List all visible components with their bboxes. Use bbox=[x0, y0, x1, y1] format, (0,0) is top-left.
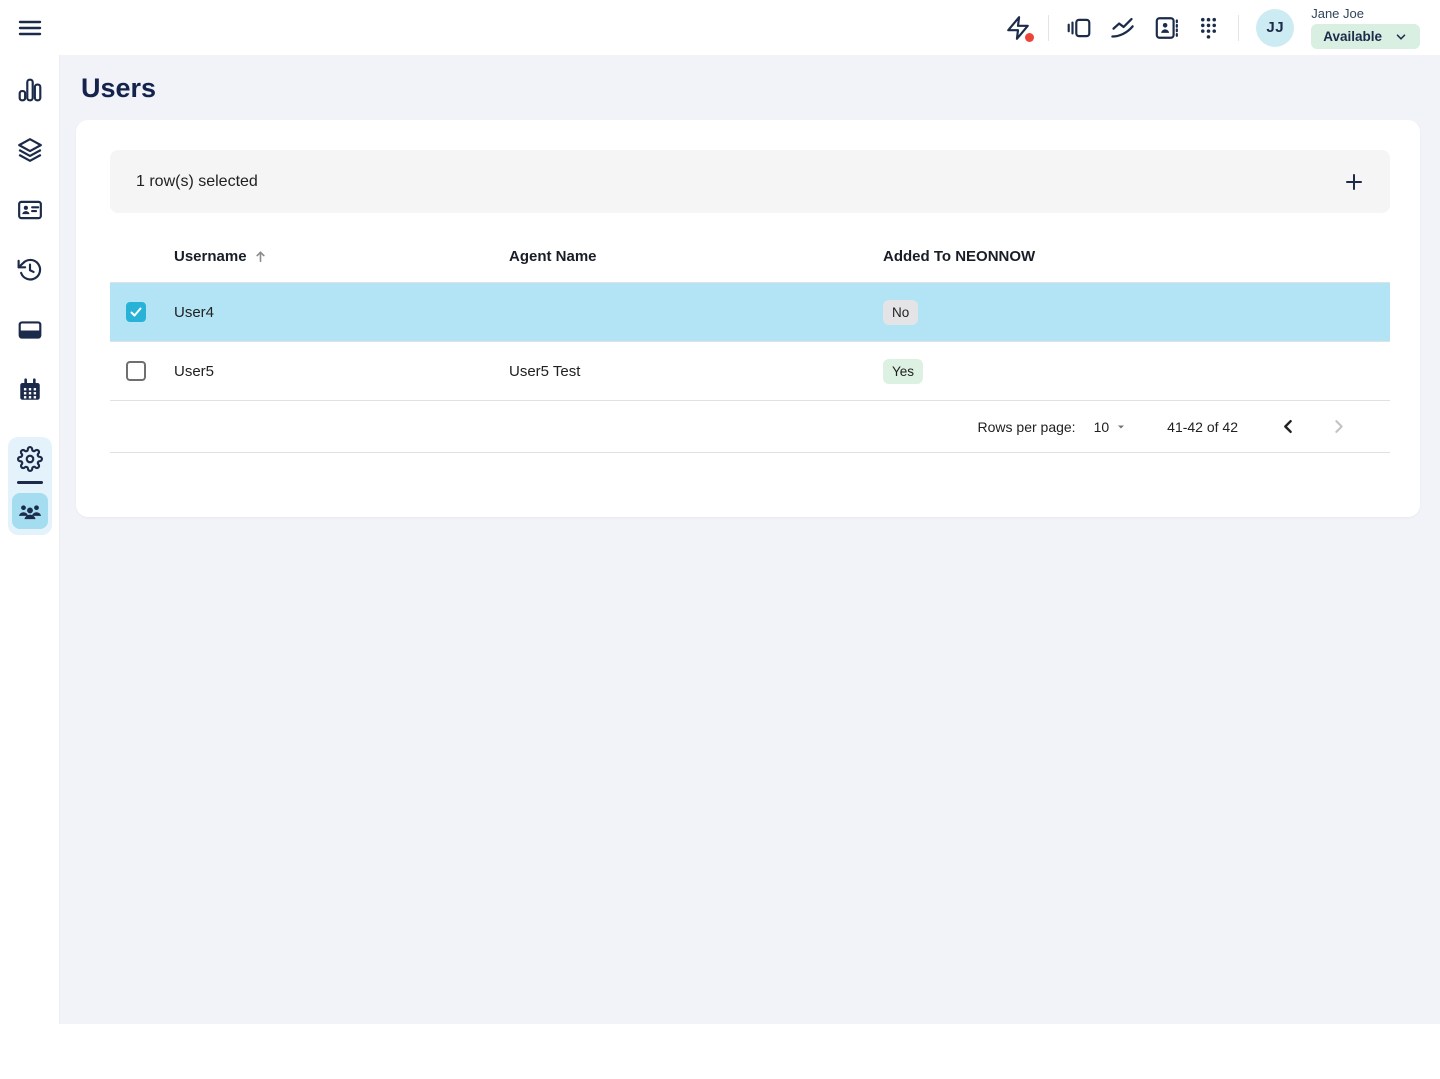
table-row[interactable]: User4 No bbox=[110, 283, 1390, 342]
add-user-button[interactable] bbox=[1342, 170, 1366, 194]
top-bar: JJ Jane Joe Available bbox=[0, 0, 1440, 55]
users-card: 1 row(s) selected Username bbox=[76, 120, 1420, 517]
user-meta: Jane Joe Available bbox=[1311, 6, 1420, 49]
agent-name-cell: User5 Test bbox=[509, 363, 883, 380]
status-badge: Yes bbox=[883, 359, 923, 384]
main-content: Users 1 row(s) selected Username bbox=[60, 55, 1440, 1024]
added-cell: Yes bbox=[883, 359, 1390, 384]
sidebar-item-users[interactable] bbox=[12, 493, 48, 529]
column-header-added[interactable]: Added To NEONNOW bbox=[883, 248, 1390, 265]
username-header-label: Username bbox=[174, 248, 247, 265]
sidebar bbox=[0, 55, 60, 1024]
username-cell: User4 bbox=[174, 304, 509, 321]
column-header-agent-name[interactable]: Agent Name bbox=[509, 248, 883, 265]
sort-ascending-icon[interactable] bbox=[253, 249, 268, 264]
notification-dot bbox=[1025, 33, 1034, 42]
contact-book-icon[interactable] bbox=[1153, 15, 1179, 41]
page-nav bbox=[1276, 415, 1350, 439]
hamburger-menu-button[interactable] bbox=[16, 14, 44, 42]
added-header-label: Added To NEONNOW bbox=[883, 248, 1035, 265]
dialpad-icon[interactable] bbox=[1196, 15, 1221, 40]
avatar[interactable]: JJ bbox=[1256, 9, 1294, 47]
bar-chart-icon[interactable] bbox=[17, 77, 43, 103]
id-card-icon[interactable] bbox=[17, 197, 43, 223]
user-name: Jane Joe bbox=[1311, 6, 1364, 21]
username-cell: User5 bbox=[174, 363, 509, 380]
selection-toolbar: 1 row(s) selected bbox=[110, 150, 1390, 213]
layers-icon[interactable] bbox=[17, 137, 43, 163]
rows-per-page-value: 10 bbox=[1094, 419, 1110, 435]
settings-gear-icon[interactable] bbox=[17, 446, 43, 472]
rows-per-page-label: Rows per page: bbox=[978, 419, 1076, 435]
chevron-left-icon bbox=[1280, 418, 1297, 435]
plus-icon bbox=[1342, 170, 1366, 194]
browser-window-icon[interactable] bbox=[17, 317, 43, 343]
pagination-range: 41-42 of 42 bbox=[1167, 419, 1238, 435]
selection-count-text: 1 row(s) selected bbox=[136, 173, 258, 191]
topbar-right-cluster: JJ Jane Joe Available bbox=[1005, 6, 1420, 49]
check-icon bbox=[128, 304, 144, 320]
table-header-row: Username Agent Name Added To NEONNOW bbox=[110, 230, 1390, 283]
chevron-right-icon bbox=[1330, 418, 1347, 435]
column-header-username[interactable]: Username bbox=[174, 248, 509, 265]
checkbox-cell bbox=[110, 302, 174, 322]
team-users-icon bbox=[17, 498, 43, 524]
panels-icon[interactable] bbox=[1066, 15, 1092, 41]
table-row[interactable]: User5 User5 Test Yes bbox=[110, 342, 1390, 401]
chevron-down-icon bbox=[1394, 30, 1408, 44]
previous-page-button[interactable] bbox=[1276, 415, 1300, 439]
rows-per-page-select[interactable]: 10 bbox=[1094, 419, 1128, 435]
page-title: Users bbox=[81, 72, 1420, 104]
added-cell: No bbox=[883, 300, 1390, 325]
divider bbox=[17, 481, 43, 484]
divider bbox=[1238, 15, 1239, 41]
dropdown-arrow-icon bbox=[1115, 421, 1127, 433]
line-chart-icon[interactable] bbox=[1109, 14, 1136, 41]
pagination-bar: Rows per page: 10 41-42 of 42 bbox=[110, 401, 1390, 453]
row-checkbox-unchecked[interactable] bbox=[126, 361, 146, 381]
divider bbox=[1048, 15, 1049, 41]
checkbox-cell bbox=[110, 361, 174, 381]
status-label: Available bbox=[1323, 29, 1382, 44]
status-dropdown[interactable]: Available bbox=[1311, 24, 1420, 49]
row-checkbox-checked[interactable] bbox=[126, 302, 146, 322]
next-page-button[interactable] bbox=[1326, 415, 1350, 439]
history-icon[interactable] bbox=[17, 257, 43, 283]
zap-notification-icon[interactable] bbox=[1005, 15, 1031, 41]
users-table: Username Agent Name Added To NEONNOW bbox=[110, 230, 1390, 453]
calendar-icon[interactable] bbox=[17, 377, 43, 403]
agent-name-header-label: Agent Name bbox=[509, 248, 597, 265]
status-badge: No bbox=[883, 300, 918, 325]
settings-group bbox=[8, 437, 52, 535]
